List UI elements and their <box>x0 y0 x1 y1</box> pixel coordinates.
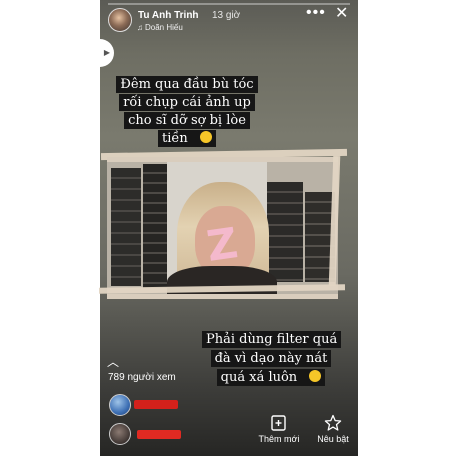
more-horizontal-icon[interactable]: ••• <box>306 5 326 21</box>
highlight-label: Nêu bật <box>317 434 349 444</box>
caption-bottom: Phải dùng filter quá đà vì dạo này nát q… <box>202 330 342 387</box>
chevron-up-icon[interactable]: ︿ <box>107 356 119 368</box>
add-new-button[interactable]: Thêm mới <box>257 414 301 444</box>
laughing-emoji-icon <box>191 130 216 147</box>
add-square-icon <box>271 415 286 431</box>
add-new-label: Thêm mới <box>258 434 300 444</box>
viewer-name-redacted-1 <box>134 400 178 409</box>
viewer-avatar-2[interactable] <box>109 423 131 445</box>
person-body <box>167 266 277 294</box>
caption-top-text: Đêm qua đầu bù tóc rối chụp cái ảnh up c… <box>116 76 258 147</box>
z-sticker-icon: Z <box>203 218 241 271</box>
shoebox-stack-right <box>267 182 303 282</box>
shoebox-stack-left-2 <box>143 164 167 288</box>
music-label[interactable]: ♫ Doãn Hiếu <box>137 23 183 32</box>
post-time: 13 giờ <box>212 10 241 21</box>
author-name[interactable]: Tu Anh Trinh <box>138 10 199 21</box>
author-avatar[interactable] <box>108 8 132 32</box>
story-photo: Z <box>107 157 338 299</box>
star-icon <box>324 414 342 431</box>
music-artist: Doãn Hiếu <box>145 23 183 32</box>
close-icon[interactable]: ✕ <box>335 6 348 22</box>
highlight-button[interactable]: Nêu bật <box>313 414 353 444</box>
shoebox-stack-left <box>111 168 141 286</box>
caption-top: Đêm qua đầu bù tóc rối chụp cái ảnh up c… <box>114 76 260 148</box>
music-note-icon: ♫ <box>137 23 143 32</box>
viewer-count[interactable]: 789 người xem <box>108 372 176 383</box>
laughing-emoji-icon-2 <box>301 369 326 386</box>
viewer-name-redacted-2 <box>137 430 181 439</box>
viewer-avatar-1[interactable] <box>109 394 131 416</box>
